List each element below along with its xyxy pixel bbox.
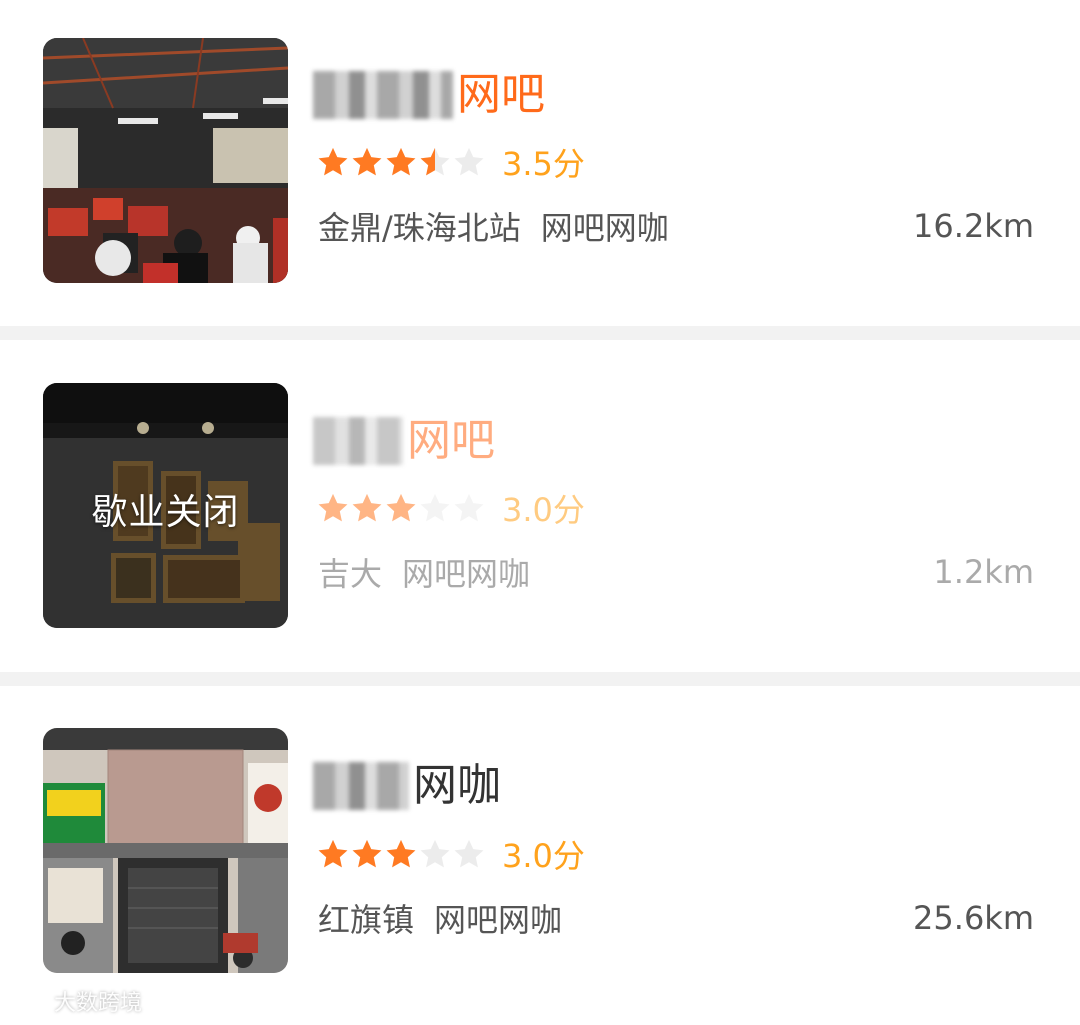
listing-meta-3: 红旗镇 网吧网咖 [318,894,562,942]
rating-score: 3.0分 [502,837,585,875]
watermark-text: 大数跨境 [54,991,143,1016]
star-empty-icon [454,493,484,522]
list-separator [0,326,1080,340]
rating-row-3: 3.0分 [316,832,585,876]
listing-distance: 16.2km [913,207,1034,245]
listing-title-1[interactable]: 网吧 [313,60,545,130]
star-empty-icon [454,839,484,868]
storefront-photo [43,728,288,973]
listing-card-2[interactable]: 歇业关闭 网吧 3.0分 吉大 网吧网咖 1.2km [0,340,1080,672]
watermark: 大数跨境 [8,985,142,1017]
listing-card-3[interactable]: 网咖 3.0分 红旗镇 网吧网咖 25.6km [0,686,1080,1025]
internet-cafe-photo [43,38,288,283]
star-full-icon [386,839,416,868]
listing-meta-2: 吉大 网吧网咖 [318,548,530,596]
listing-area: 金鼎/珠海北站 [318,209,521,247]
redacted-name-blur [313,762,409,810]
list-separator [0,672,1080,686]
listing-distance: 25.6km [913,899,1034,937]
listing-name-suffix: 网咖 [413,760,501,811]
star-full-icon [386,493,416,522]
rating-row-2: 3.0分 [316,486,585,530]
rating-score: 3.5分 [502,145,585,183]
listing-name-suffix: 网吧 [457,69,545,120]
listing-distance: 1.2km [933,553,1034,591]
listing-meta-1: 金鼎/珠海北站 网吧网咖 [318,202,669,250]
listing-thumbnail-1[interactable] [43,38,288,283]
star-full-icon [386,147,416,176]
star-empty-icon [420,839,450,868]
listing-thumbnail-3[interactable] [43,728,288,973]
star-full-icon [352,839,382,868]
star-empty-icon [420,493,450,522]
listing-category: 网吧网咖 [402,555,531,593]
star-full-icon [318,493,348,522]
listing-area: 吉大 [318,555,383,593]
star-full-icon [318,147,348,176]
star-half-icon [420,147,450,176]
listing-title-2[interactable]: 网吧 [313,406,495,476]
rating-score: 3.0分 [502,491,585,529]
star-full-icon [352,147,382,176]
listing-category: 网吧网咖 [540,209,669,247]
redacted-name-blur [313,417,403,465]
brand-logo-icon [8,990,49,1012]
closed-status-label: 歇业关闭 [91,492,240,533]
listing-title-3[interactable]: 网咖 [313,751,501,821]
listing-name-suffix: 网吧 [407,415,495,466]
listing-category: 网吧网咖 [434,901,563,939]
listing-thumbnail-2[interactable]: 歇业关闭 [43,383,288,628]
star-full-icon [352,493,382,522]
star-full-icon [318,839,348,868]
shop-list: 网吧 3.5分 金鼎/珠海北站 网吧网咖 16.2km 歇业关闭 网吧 3.0分… [0,0,1080,1025]
star-empty-icon [454,147,484,176]
listing-area: 红旗镇 [318,901,415,939]
listing-card-1[interactable]: 网吧 3.5分 金鼎/珠海北站 网吧网咖 16.2km [0,0,1080,326]
rating-row-1: 3.5分 [316,140,585,184]
redacted-name-blur [313,71,453,119]
